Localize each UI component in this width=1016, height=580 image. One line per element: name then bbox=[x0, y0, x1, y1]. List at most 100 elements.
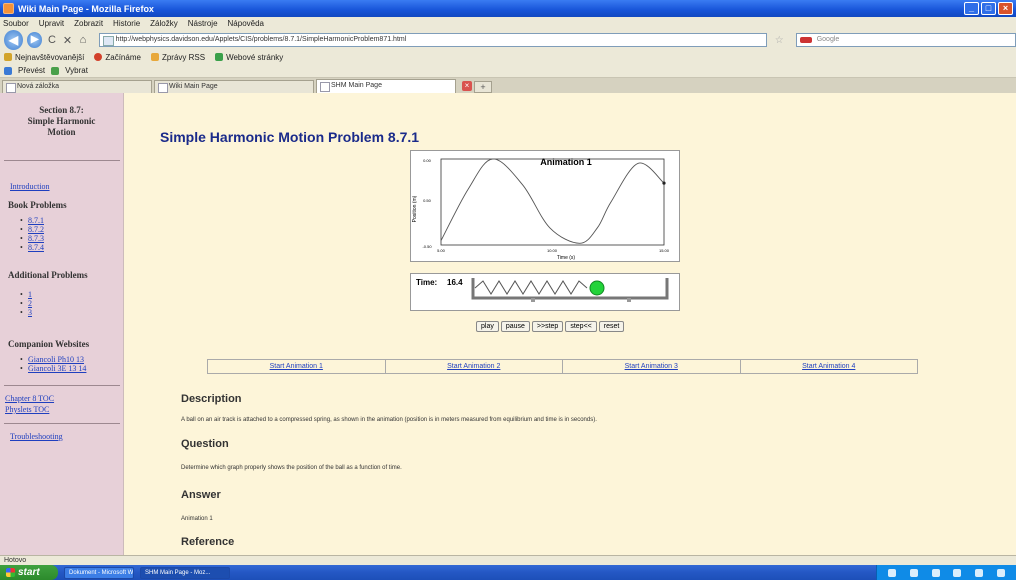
start-animation-4-link[interactable]: Start Animation 4 bbox=[802, 363, 855, 370]
address-bar[interactable]: http://webphysics.davidson.edu/Applets/C… bbox=[98, 33, 767, 47]
book-problem-link[interactable]: 8.7.3 bbox=[28, 234, 44, 243]
current-position-point bbox=[662, 181, 666, 185]
spring bbox=[474, 280, 588, 295]
start-animation-row: Start Animation 1 Start Animation 2 Star… bbox=[207, 359, 918, 374]
update-icon[interactable] bbox=[975, 568, 984, 577]
close-button[interactable]: × bbox=[998, 2, 1013, 15]
companion-link[interactable]: Giancoli Ph10 13 bbox=[28, 355, 84, 364]
description-heading: Description bbox=[181, 393, 242, 405]
description-text: A ball on an air track is attached to a … bbox=[181, 417, 597, 423]
menu-view[interactable]: Zobrazit bbox=[74, 19, 103, 28]
divider bbox=[4, 423, 120, 424]
plot-frame bbox=[440, 158, 665, 246]
start-button[interactable]: start bbox=[0, 565, 58, 580]
language-icon[interactable] bbox=[953, 568, 962, 577]
time-value: 16.4 bbox=[447, 278, 463, 287]
volume-icon[interactable] bbox=[909, 568, 918, 577]
reload-icon[interactable]: C bbox=[46, 34, 57, 46]
reference-heading: Reference bbox=[181, 536, 235, 548]
navigation-toolbar: ◀ ▶ C ✕ ⌂ http://webphysics.davidson.edu… bbox=[0, 30, 1016, 50]
list-item: 8.7.4 bbox=[28, 243, 123, 252]
bookmark-rss[interactable]: Zprávy RSS bbox=[150, 53, 205, 62]
search-input[interactable]: Google bbox=[795, 33, 1016, 47]
taskbar-item-firefox[interactable]: SHM Main Page - Moz... bbox=[140, 566, 230, 579]
troubleshooting-link[interactable]: Troubleshooting bbox=[0, 431, 123, 442]
window-title: Wiki Main Page - Mozilla Firefox bbox=[18, 3, 154, 14]
spring-animation: Time: 16.4 bbox=[410, 273, 680, 311]
network-icon[interactable] bbox=[887, 568, 896, 577]
start-animation-3-link[interactable]: Start Animation 3 bbox=[625, 363, 678, 370]
system-tray bbox=[876, 565, 1016, 580]
pause-button[interactable]: pause bbox=[500, 321, 530, 332]
question-heading: Question bbox=[181, 438, 229, 450]
sidebar-title: Section 8.7: Simple Harmonic Motion bbox=[27, 105, 96, 137]
menu-bookmarks[interactable]: Záložky bbox=[150, 19, 178, 28]
x-tick-label: 5.00 bbox=[437, 248, 446, 253]
book-problem-link[interactable]: 8.7.4 bbox=[28, 243, 44, 252]
windows-logo-icon bbox=[6, 568, 15, 577]
divider bbox=[4, 160, 120, 161]
list-item: 8.7.1 bbox=[28, 216, 123, 225]
bookmark-star-icon[interactable]: ☆ bbox=[775, 35, 784, 46]
taskbar-item-word[interactable]: Dokument - Microsoft Word bbox=[64, 566, 134, 579]
home-icon[interactable]: ⌂ bbox=[77, 34, 88, 46]
answer-text: Animation 1 bbox=[181, 516, 213, 522]
menu-history[interactable]: Historie bbox=[113, 19, 140, 28]
menu-help[interactable]: Nápověda bbox=[228, 19, 264, 28]
minimize-button[interactable]: _ bbox=[964, 2, 979, 15]
forward-arrow-icon[interactable]: ▶ bbox=[27, 32, 43, 48]
bookmark-web-slices[interactable]: Webové stránky bbox=[215, 53, 283, 62]
play-button[interactable]: play bbox=[476, 321, 499, 332]
additional-problem-link[interactable]: 1 bbox=[28, 290, 32, 299]
marker bbox=[627, 298, 631, 302]
new-tab-button[interactable]: + bbox=[474, 81, 492, 93]
list-item: Giancoli Ph10 13 bbox=[28, 355, 123, 364]
additional-problems-list: 1 2 3 bbox=[0, 290, 123, 317]
tab-close-icon[interactable]: × bbox=[462, 81, 472, 91]
additional-problem-link[interactable]: 2 bbox=[28, 299, 32, 308]
chapter-toc-link[interactable]: Chapter 8 TOC bbox=[0, 393, 123, 404]
start-cell: Start Animation 4 bbox=[741, 360, 918, 373]
tab-strip: Nová záložka Wiki Main Page SHM Main Pag… bbox=[0, 78, 1016, 93]
answer-heading: Answer bbox=[181, 489, 221, 501]
security-icon[interactable] bbox=[931, 568, 940, 577]
tab-new-tab[interactable]: Nová záložka bbox=[2, 80, 152, 93]
sidebar-introduction-link[interactable]: Introduction bbox=[0, 181, 123, 192]
ball[interactable] bbox=[589, 280, 605, 296]
clock-icon bbox=[997, 568, 1006, 577]
rss-icon bbox=[150, 53, 159, 61]
select-button[interactable]: Vybrat bbox=[65, 66, 88, 75]
x-tick-label: 15.00 bbox=[659, 248, 670, 253]
book-problem-link[interactable]: 8.7.1 bbox=[28, 216, 44, 225]
tab-wiki-main-page[interactable]: Wiki Main Page bbox=[154, 80, 314, 93]
page-viewport: Section 8.7: Simple Harmonic Motion Intr… bbox=[0, 93, 1016, 555]
physlets-toc-link[interactable]: Physlets TOC bbox=[0, 404, 123, 415]
additional-problem-link[interactable]: 3 bbox=[28, 308, 32, 317]
menu-file[interactable]: Soubor bbox=[3, 19, 29, 28]
book-problem-link[interactable]: 8.7.2 bbox=[28, 225, 44, 234]
convert-button[interactable]: Převést bbox=[18, 66, 45, 75]
question-text: Determine which graph properly shows the… bbox=[181, 465, 402, 471]
status-bar: Hotovo bbox=[0, 555, 1016, 565]
back-arrow-icon[interactable]: ◀ bbox=[4, 30, 24, 50]
stop-icon[interactable]: ✕ bbox=[62, 34, 73, 47]
step-back-button[interactable]: step<< bbox=[565, 321, 597, 332]
bookmark-getting-started[interactable]: Začínáme bbox=[94, 53, 141, 62]
book-problems-list: 8.7.1 8.7.2 8.7.3 8.7.4 bbox=[0, 216, 123, 252]
sidebar-book-problems-heading: Book Problems bbox=[8, 200, 67, 210]
maximize-button[interactable]: □ bbox=[981, 2, 996, 15]
tab-shm-main-page[interactable]: SHM Main Page bbox=[316, 79, 456, 93]
reset-button[interactable]: reset bbox=[598, 321, 625, 332]
sidebar-companion-heading: Companion Websites bbox=[8, 339, 90, 349]
companion-link[interactable]: Giancoli 3E 13 14 bbox=[28, 364, 86, 373]
start-animation-1-link[interactable]: Start Animation 1 bbox=[270, 363, 323, 370]
y-axis-label: Position (m) bbox=[412, 195, 418, 222]
air-track bbox=[471, 278, 669, 300]
menu-edit[interactable]: Upravit bbox=[39, 19, 64, 28]
window-titlebar: Wiki Main Page - Mozilla Firefox _ □ × bbox=[0, 0, 1016, 17]
start-animation-2-link[interactable]: Start Animation 2 bbox=[447, 363, 500, 370]
y-tick-label: 0.00 bbox=[423, 158, 432, 163]
menu-tools[interactable]: Nástroje bbox=[188, 19, 218, 28]
step-forward-button[interactable]: >>step bbox=[531, 321, 564, 332]
bookmark-most-visited[interactable]: Nejnavštěvovanější bbox=[4, 53, 84, 62]
